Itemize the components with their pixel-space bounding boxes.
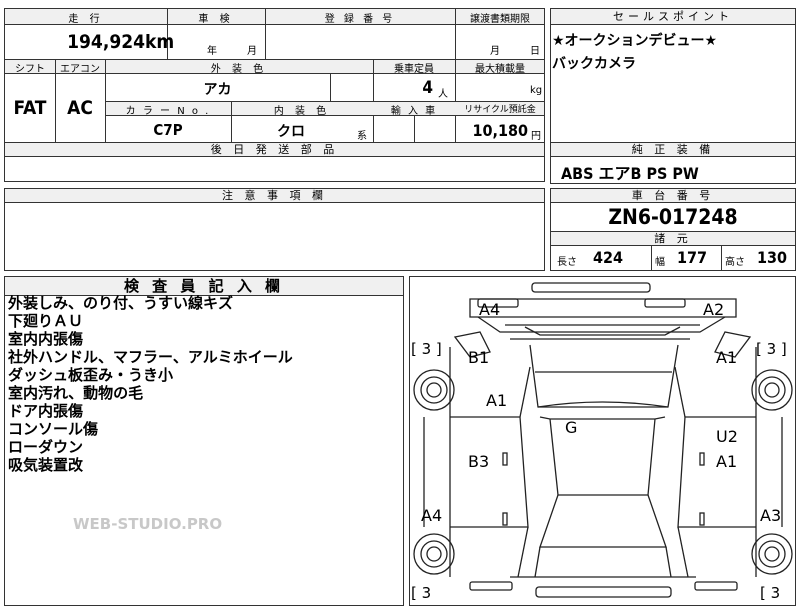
sales-points-label: セールスポイント (551, 9, 795, 25)
inspector-line: ローダウン (8, 438, 84, 456)
mileage-label: 走 行 (68, 14, 104, 25)
damage-mark: B1 (468, 348, 490, 367)
capacity-label: 乗車定員 (394, 64, 434, 75)
chassis-box: 車 台 番 号 ZN6-017248 諸 元 長さ 424 幅 177 高さ 1… (550, 188, 796, 271)
height-value: 130 (757, 248, 788, 267)
damage-mark: U2 (716, 427, 738, 446)
damage-mark: A1 (486, 391, 508, 410)
max-load-unit: kg (530, 85, 543, 96)
later-parts-box: 後 日 発 送 部 品 (4, 142, 545, 182)
inspection-year: 年 (207, 46, 217, 57)
tire-depth-bracket: [ 3 (760, 584, 781, 602)
inspector-line: 吸気装置改 (8, 456, 84, 474)
tire-depth-bracket: [ 3 (411, 584, 432, 602)
max-load-label: 最大積載量 (475, 64, 525, 75)
damage-mark: A1 (716, 452, 738, 471)
inspector-line: 外装しみ、のり付、うすい線キズ (8, 294, 234, 312)
damage-mark: A3 (760, 506, 782, 525)
color-no-value: C7P (153, 121, 183, 139)
width-value: 177 (677, 248, 708, 267)
chassis-number: ZN6-017248 (608, 205, 738, 229)
mileage-value: 194,924 (67, 31, 145, 53)
inspector-line: コンソール傷 (8, 420, 99, 438)
car-diagram: A4 A2 B1 A1 A1 G U2 A1 B3 A4 A3 [ 3 ] [ … (409, 276, 796, 606)
color-no-label: カ ラ ー N o . (125, 106, 211, 117)
notes-box: 注 意 事 項 欄 (4, 188, 545, 271)
interior-color-value: クロ (277, 124, 305, 140)
sales-point-line: ★オークションデビュー★ (552, 33, 718, 49)
damage-mark: G (565, 418, 578, 437)
transfer-day: 日 (530, 46, 540, 57)
transfer-label: 譲渡書類期限 (470, 14, 530, 25)
damage-mark: A4 (479, 300, 501, 319)
shift-value: FAT (13, 97, 47, 119)
recycle-label: リサイクル預託金 (464, 105, 536, 115)
tire-depth-bracket: [ 3 ] (756, 340, 787, 358)
vehicle-info-grid: 走 行 車 検 登 録 番 号 譲渡書類期限 194,924 km 年 月 月 … (4, 8, 545, 143)
length-value: 424 (593, 248, 624, 267)
inspection-month: 月 (247, 46, 257, 57)
equipment-label: 純 正 装 備 (551, 143, 795, 157)
damage-mark: A4 (421, 506, 443, 525)
import-label: 輸 入 車 (390, 106, 438, 117)
interior-color-label: 内 装 色 (273, 106, 331, 117)
inspection-label: 車 検 (198, 14, 234, 25)
damage-mark: A2 (703, 300, 725, 319)
inspector-box: 検 査 員 記 入 欄 外装しみ、のり付、うすい線キズ 下廻りＡＵ 室内内張傷 … (4, 276, 404, 606)
damage-mark: B3 (468, 452, 490, 471)
sales-point-line: バックカメラ (552, 56, 636, 72)
sales-points-box: セールスポイント ★オークションデビュー★ バックカメラ (550, 8, 796, 143)
inspector-line: 社外ハンドル、マフラー、アルミホイール (8, 348, 293, 366)
specs-label: 諸 元 (551, 232, 795, 246)
inspector-line: ドア内張傷 (8, 402, 84, 420)
capacity-unit: 人 (438, 89, 448, 100)
mileage-unit: km (145, 31, 175, 53)
width-label: 幅 (655, 257, 665, 268)
inspector-line: 室内内張傷 (8, 330, 84, 348)
interior-color-suffix: 系 (357, 131, 367, 142)
recycle-value: 10,180 (472, 121, 528, 140)
length-label: 長さ (557, 257, 577, 268)
notes-label: 注 意 事 項 欄 (5, 189, 544, 203)
transfer-month: 月 (490, 46, 500, 57)
tire-depth-bracket: [ 3 ] (411, 340, 442, 358)
ac-value: AC (67, 97, 93, 119)
watermark: WEB-STUDIO.PRO (73, 515, 223, 533)
equipment-box: 純 正 装 備 ABS エアB PS PW (550, 142, 796, 184)
capacity-value: 4 (422, 78, 433, 98)
exterior-color-label: 外 装 色 (210, 64, 268, 75)
equipment-value: ABS エアB PS PW (561, 164, 699, 183)
later-parts-label: 後 日 発 送 部 品 (5, 143, 544, 157)
height-label: 高さ (725, 257, 745, 268)
car-outline (413, 282, 793, 598)
recycle-unit: 円 (531, 131, 541, 142)
inspector-line: ダッシュ板歪み・うき小 (8, 366, 174, 384)
inspector-line: 下廻りＡＵ (8, 312, 84, 330)
shift-label: シフト (15, 64, 45, 75)
registration-label: 登 録 番 号 (324, 14, 396, 25)
ac-label: エアコン (60, 64, 100, 75)
damage-mark: A1 (716, 348, 738, 367)
chassis-label: 車 台 番 号 (551, 189, 795, 203)
exterior-color-value: アカ (203, 82, 232, 98)
inspector-line: 室内汚れ、動物の毛 (8, 384, 144, 402)
